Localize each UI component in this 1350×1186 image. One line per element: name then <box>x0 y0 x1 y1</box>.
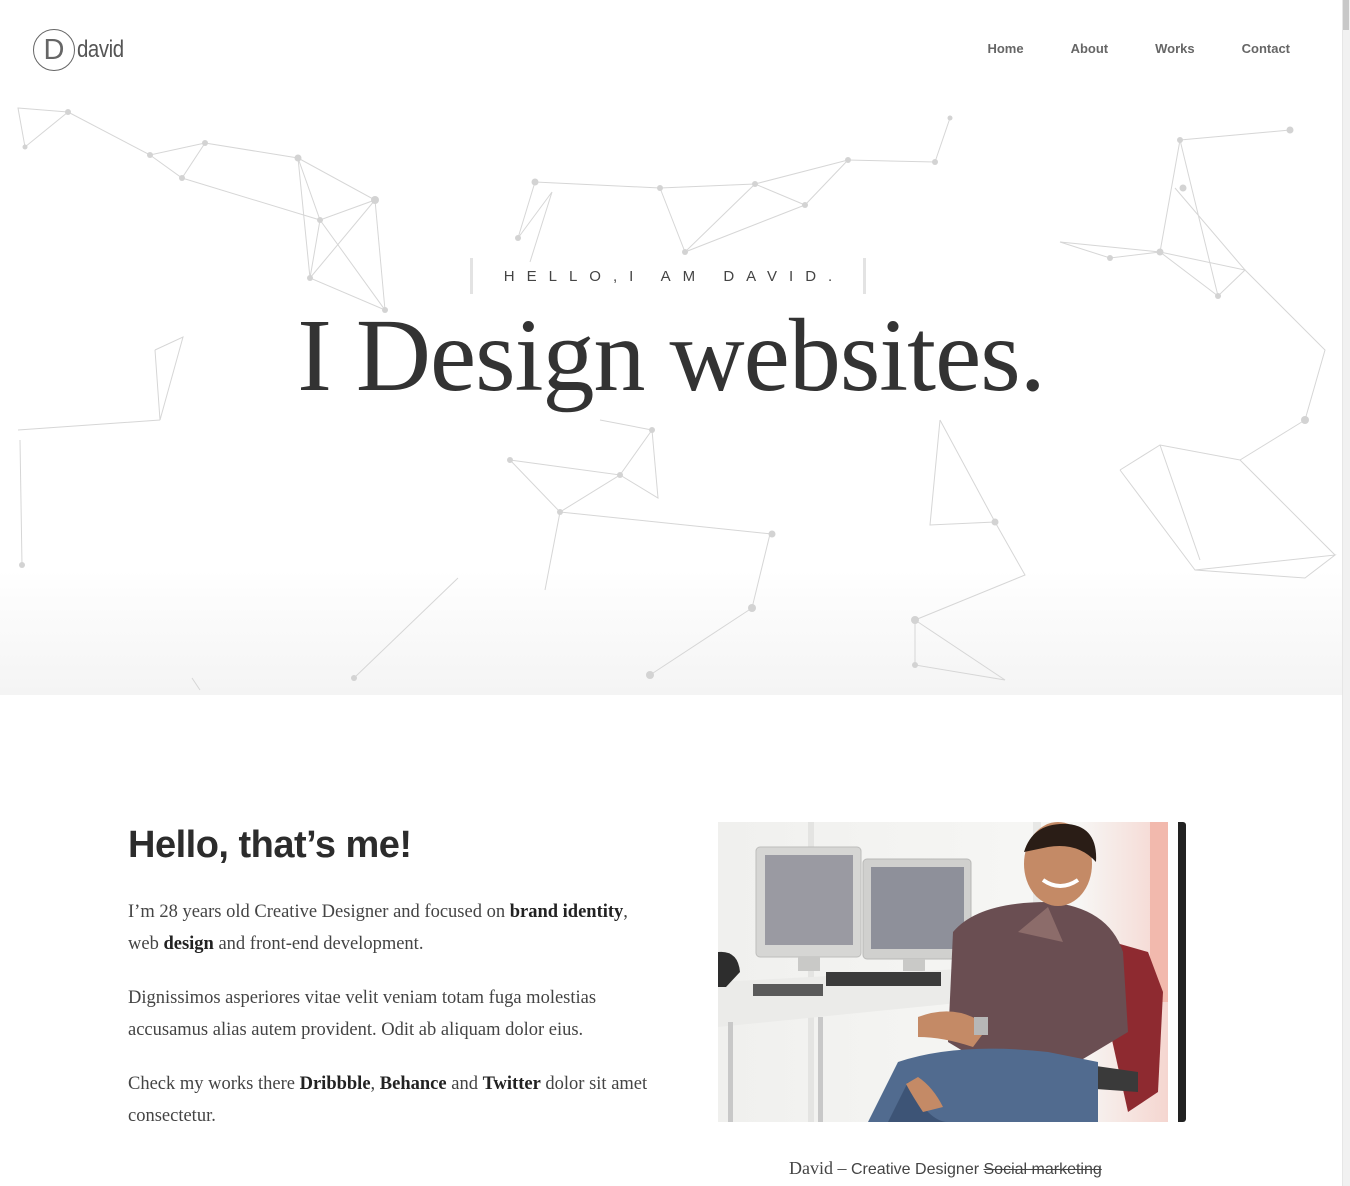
design-emphasis: design <box>163 934 214 954</box>
logo-text: david <box>77 36 124 63</box>
behance-link[interactable]: Behance <box>380 1074 447 1094</box>
person-at-desk-photo-icon <box>718 822 1168 1122</box>
nav-about[interactable]: About <box>1071 41 1109 56</box>
hero-kicker: HELLO,I AM DAVID. <box>470 258 866 294</box>
caption-struck-role: Social marketing <box>983 1161 1102 1178</box>
about-text: I’m 28 years old Creative Designer and f… <box>128 896 648 1154</box>
profile-photo <box>718 822 1168 1122</box>
hero-title: I Design websites. <box>297 298 1045 413</box>
about-paragraph-1: I’m 28 years old Creative Designer and f… <box>128 902 628 954</box>
twitter-link[interactable]: Twitter <box>483 1074 541 1094</box>
about-paragraph-2: Dignissimos asperiores vitae velit venia… <box>128 988 597 1040</box>
hero-section: HELLO,I AM DAVID. I Design websites. <box>0 0 1342 695</box>
dribbble-link[interactable]: Dribbble <box>300 1074 371 1094</box>
nav-home[interactable]: Home <box>987 41 1023 56</box>
nav-works[interactable]: Works <box>1155 41 1195 56</box>
page-scrollbar[interactable] <box>1342 0 1350 1186</box>
main-nav: Home About Works Contact <box>940 41 1290 56</box>
photo-edge <box>1178 822 1186 1122</box>
site-header: D david Home About Works Contact <box>0 0 1342 100</box>
site-logo[interactable]: D david <box>33 29 132 71</box>
photo-caption: David – Creative Designer Social marketi… <box>789 1158 1102 1178</box>
about-paragraph-3: Check my works there Dribbble, Behance a… <box>128 1074 648 1126</box>
caption-name: David <box>789 1158 833 1178</box>
nav-contact[interactable]: Contact <box>1242 41 1290 56</box>
scrollbar-thumb[interactable] <box>1343 0 1349 30</box>
caption-role: Creative Designer <box>851 1161 984 1178</box>
about-heading: Hello, that’s me! <box>128 824 412 866</box>
logo-mark-icon: D <box>33 29 75 71</box>
brand-identity-emphasis: brand identity <box>509 902 624 922</box>
